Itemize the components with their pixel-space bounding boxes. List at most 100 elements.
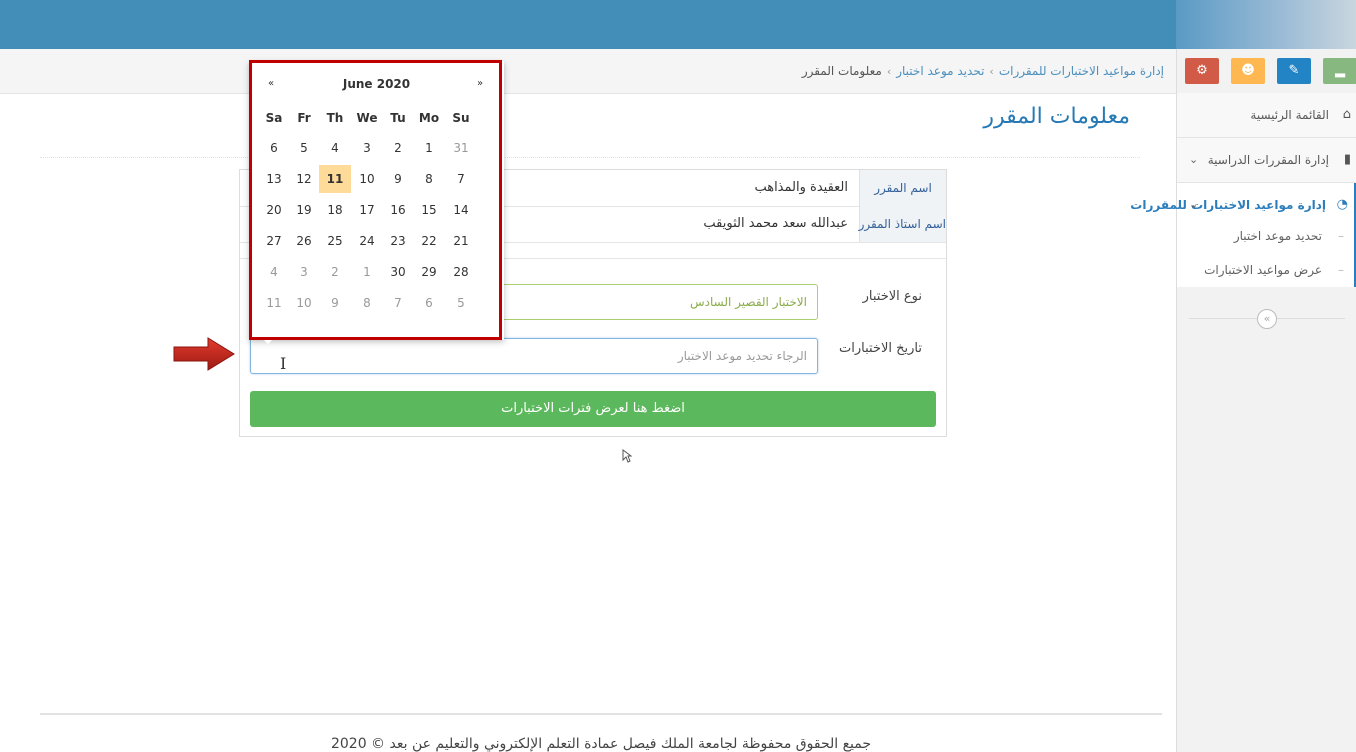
datepicker-day[interactable]: 2 <box>382 134 414 162</box>
sidebar-item-label: إدارة مواعيد الاختبارات للمقررات <box>1130 198 1326 212</box>
datepicker-day[interactable]: 4 <box>319 134 351 162</box>
breadcrumb-current: معلومات المقرر <box>801 64 882 78</box>
datepicker-day[interactable]: 2 <box>319 258 351 286</box>
footer-copyright: جميع الحقوق محفوظة لجامعة الملك فيصل عما… <box>330 736 872 752</box>
datepicker-day[interactable]: 24 <box>351 227 383 255</box>
settings-shortcut-button[interactable]: ⚙ <box>1185 58 1219 84</box>
show-exam-periods-button[interactable]: اضغط هنا لعرض فترات الاختبارات <box>250 391 936 427</box>
exam-type-label: نوع الاختبار <box>862 289 922 304</box>
datepicker-day[interactable]: 13 <box>258 165 290 193</box>
datepicker-dow-mo: Mo <box>418 111 440 125</box>
datepicker-day[interactable]: 30 <box>382 258 414 286</box>
datepicker-dow-fr: Fr <box>297 111 311 125</box>
datepicker-day[interactable]: 8 <box>351 289 383 317</box>
datepicker-day[interactable]: 25 <box>319 227 351 255</box>
breadcrumb-separator-icon: › <box>989 65 994 78</box>
datepicker-day[interactable]: 4 <box>258 258 290 286</box>
sidebar-collapse: « <box>1177 307 1356 331</box>
datepicker-dow-we: We <box>356 111 378 125</box>
datepicker-day[interactable]: 20 <box>258 196 290 224</box>
datepicker-day[interactable]: 3 <box>288 258 320 286</box>
sidebar-item-label: إدارة المقررات الدراسية <box>1207 153 1329 167</box>
text-cursor-icon: I <box>280 354 287 373</box>
datepicker-day[interactable]: 18 <box>319 196 351 224</box>
users-shortcut-button[interactable]: ☻ <box>1231 58 1265 84</box>
page-title: معلومات المقرر <box>983 104 1130 129</box>
datepicker-day[interactable]: 6 <box>413 289 445 317</box>
datepicker-dow-sa: Sa <box>265 111 283 125</box>
datepicker-caret <box>262 338 274 344</box>
mouse-pointer-icon <box>622 449 632 463</box>
breadcrumb-link-exam-schedules[interactable]: إدارة مواعيد الاختبارات للمقررات <box>999 64 1164 78</box>
datepicker-day[interactable]: 5 <box>288 134 320 162</box>
datepicker-day[interactable]: 23 <box>382 227 414 255</box>
datepicker-day[interactable]: 10 <box>288 289 320 317</box>
datepicker-day[interactable]: 29 <box>413 258 445 286</box>
breadcrumb: إدارة مواعيد الاختبارات للمقررات › تحديد م… <box>802 49 1164 93</box>
datepicker-dow-su: Su <box>452 111 470 125</box>
course-name-value: العقيدة والمذاهب <box>754 180 848 195</box>
chart-icon: ▂ <box>1335 63 1345 78</box>
datepicker-day[interactable]: 5 <box>445 289 477 317</box>
sidebar-item-courses[interactable]: ▮ إدارة المقررات الدراسية ⌄ <box>1177 138 1356 183</box>
users-icon: ☻ <box>1241 63 1255 78</box>
datepicker-month-title[interactable]: June 2020 <box>309 71 444 97</box>
clock-icon: ◔ <box>1336 197 1348 212</box>
home-icon: ⌂ <box>1342 107 1351 122</box>
pencil-icon: ✎ <box>1288 63 1300 78</box>
datepicker-day[interactable]: 1 <box>413 134 445 162</box>
datepicker-day[interactable]: 10 <box>351 165 383 193</box>
sidebar-submenu: – تحديد موعد اختبار – عرض مواعيد الاختبا… <box>1177 219 1356 287</box>
book-icon: ▮ <box>1343 152 1351 167</box>
sidebar-subitem-label: تحديد موعد اختبار <box>1233 229 1322 243</box>
sidebar-item-home[interactable]: ⌂ القائمة الرئيسية <box>1177 93 1356 138</box>
sidebar-subitem-label: عرض مواعيد الاختبارات <box>1204 263 1322 277</box>
datepicker-day[interactable]: 1 <box>351 258 383 286</box>
stats-shortcut-button[interactable]: ▂ <box>1323 58 1356 84</box>
exam-date-placeholder: الرجاء تحديد موعد الاختبار <box>677 349 807 363</box>
sidebar-collapse-button[interactable]: « <box>1257 309 1277 329</box>
datepicker-next-button[interactable]: » <box>470 71 490 97</box>
double-chevron-left-icon: « <box>1263 312 1271 325</box>
datepicker-day[interactable]: 3 <box>351 134 383 162</box>
datepicker-dow-th: Th <box>326 111 344 125</box>
datepicker-day[interactable]: 15 <box>413 196 445 224</box>
datepicker-day[interactable]: 19 <box>288 196 320 224</box>
datepicker-day[interactable]: 8 <box>413 165 445 193</box>
breadcrumb-separator-icon: › <box>886 65 892 78</box>
datepicker-day[interactable]: 14 <box>445 196 477 224</box>
datepicker-day[interactable]: 11 <box>319 165 351 193</box>
datepicker-day[interactable]: 9 <box>319 289 351 317</box>
sidebar-item-exam-schedules[interactable]: ◔ إدارة مواعيد الاختبارات للمقررات ⌄ <box>1130 183 1356 219</box>
datepicker-day[interactable]: 17 <box>351 196 383 224</box>
navbar-user-area[interactable] <box>1176 0 1356 49</box>
datepicker-day[interactable]: 6 <box>258 134 290 162</box>
sidebar-item-label: القائمة الرئيسية <box>1250 108 1329 122</box>
datepicker-day[interactable]: 7 <box>382 289 414 317</box>
datepicker-popup: « June 2020 » Sa Fr Th We Tu Mo Su 6 5 4 3 2 1 31 13 12… <box>249 61 504 340</box>
datepicker-day[interactable]: 9 <box>382 165 414 193</box>
exam-date-input[interactable]: الرجاء تحديد موعد الاختبار I <box>250 338 818 374</box>
title-divider <box>40 157 1140 158</box>
datepicker-day[interactable]: 27 <box>258 227 290 255</box>
sidebar-subitem-set-exam-date[interactable]: – تحديد موعد اختبار <box>1177 219 1354 253</box>
sidebar-subitem-view-exam-dates[interactable]: – عرض مواعيد الاختبارات <box>1177 253 1354 287</box>
instructor-label: اسم استاذ المقرر <box>859 206 946 242</box>
datepicker-prev-button[interactable]: « <box>261 71 281 97</box>
edit-shortcut-button[interactable]: ✎ <box>1277 58 1311 84</box>
footer-divider <box>40 713 1162 715</box>
cogs-icon: ⚙ <box>1196 63 1208 78</box>
datepicker-day[interactable]: 21 <box>445 227 477 255</box>
datepicker-day[interactable]: 7 <box>445 165 477 193</box>
submenu-bullet-icon: – <box>1338 229 1344 243</box>
exam-date-label: تاريخ الاختبارات <box>839 341 922 356</box>
datepicker-day[interactable]: 28 <box>445 258 477 286</box>
datepicker-day[interactable]: 11 <box>258 289 290 317</box>
breadcrumb-link-set-exam-date[interactable]: تحديد موعد اختبار <box>896 64 984 78</box>
datepicker-day[interactable]: 31 <box>445 134 477 162</box>
datepicker-day[interactable]: 16 <box>382 196 414 224</box>
breadcrumb-bar: إدارة مواعيد الاختبارات للمقررات › تحديد م… <box>0 49 1176 94</box>
datepicker-day[interactable]: 12 <box>288 165 320 193</box>
datepicker-day[interactable]: 26 <box>288 227 320 255</box>
datepicker-day[interactable]: 22 <box>413 227 445 255</box>
